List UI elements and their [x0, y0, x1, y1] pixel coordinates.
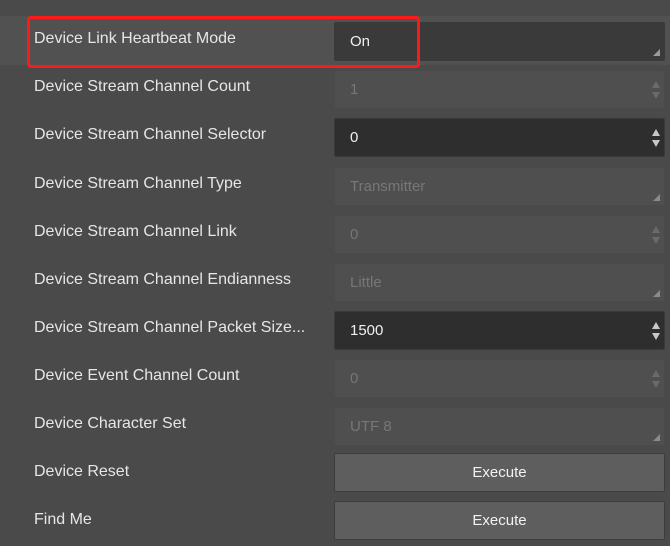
- spinbox-arrows-icon: [651, 368, 661, 390]
- property-value: 0: [350, 129, 359, 146]
- stream-channel-endianness-select: Little: [334, 263, 665, 302]
- property-label: Device Stream Channel Type: [34, 175, 242, 192]
- property-label: Device Character Set: [34, 415, 187, 432]
- property-row-find-me: Find Me Execute: [0, 497, 670, 546]
- spinbox-arrows-icon: [651, 224, 661, 246]
- property-value: 0: [350, 370, 359, 387]
- property-row-stream-channel-link: Device Stream Channel Link 0: [0, 209, 670, 258]
- property-row-device-reset: Device Reset Execute: [0, 449, 670, 498]
- property-label: Device Stream Channel Count: [34, 78, 251, 95]
- property-value: On: [350, 33, 371, 50]
- property-label: Device Link Heartbeat Mode: [34, 30, 236, 47]
- property-label: Device Stream Channel Endianness: [34, 271, 292, 288]
- property-value: Little: [350, 274, 382, 291]
- property-row-stream-channel-endianness: Device Stream Channel Endianness Little: [0, 257, 670, 306]
- event-channel-count-spinbox: 0: [334, 359, 665, 398]
- stream-channel-selector-spinbox[interactable]: 0: [334, 118, 665, 157]
- property-row-stream-channel-packet-size: Device Stream Channel Packet Size... 150…: [0, 305, 670, 354]
- stream-channel-link-spinbox: 0: [334, 215, 665, 254]
- dropdown-corner-icon: [653, 290, 660, 297]
- property-row-stream-channel-count: Device Stream Channel Count 1: [0, 64, 670, 113]
- property-label: Find Me: [34, 511, 92, 528]
- heartbeat-mode-select[interactable]: On: [334, 22, 665, 61]
- property-row-stream-channel-type: Device Stream Channel Type Transmitter: [0, 161, 670, 210]
- property-value: 0: [350, 226, 359, 243]
- property-label: Device Stream Channel Selector: [34, 126, 267, 143]
- stream-channel-packet-size-spinbox[interactable]: 1500: [334, 311, 665, 350]
- dropdown-corner-icon: [653, 434, 660, 441]
- property-label: Device Stream Channel Link: [34, 223, 237, 240]
- property-row-character-set: Device Character Set UTF 8: [0, 401, 670, 450]
- property-label: Device Event Channel Count: [34, 367, 240, 384]
- find-me-execute-button[interactable]: Execute: [334, 501, 665, 540]
- spinbox-arrows-icon[interactable]: [651, 127, 661, 149]
- property-row-heartbeat-mode: Device Link Heartbeat Mode On: [0, 16, 670, 65]
- property-value: 1500: [350, 322, 384, 339]
- device-reset-execute-button[interactable]: Execute: [334, 453, 665, 492]
- stream-channel-count-spinbox: 1: [334, 70, 665, 109]
- spinbox-arrows-icon[interactable]: [651, 320, 661, 342]
- property-value: Transmitter: [350, 178, 426, 195]
- dropdown-corner-icon: [653, 49, 660, 56]
- dropdown-corner-icon: [653, 194, 660, 201]
- property-row-event-channel-count: Device Event Channel Count 0: [0, 353, 670, 402]
- property-label: Device Stream Channel Packet Size...: [34, 319, 306, 336]
- character-set-select: UTF 8: [334, 407, 665, 446]
- device-properties-panel: Device Link Heartbeat Mode On Device Str…: [0, 0, 670, 540]
- stream-channel-type-select: Transmitter: [334, 167, 665, 206]
- property-label: Device Reset: [34, 463, 130, 480]
- property-value: UTF 8: [350, 418, 392, 435]
- property-row-stream-channel-selector: Device Stream Channel Selector 0: [0, 112, 670, 161]
- property-value: 1: [350, 81, 359, 98]
- spinbox-arrows-icon: [651, 79, 661, 101]
